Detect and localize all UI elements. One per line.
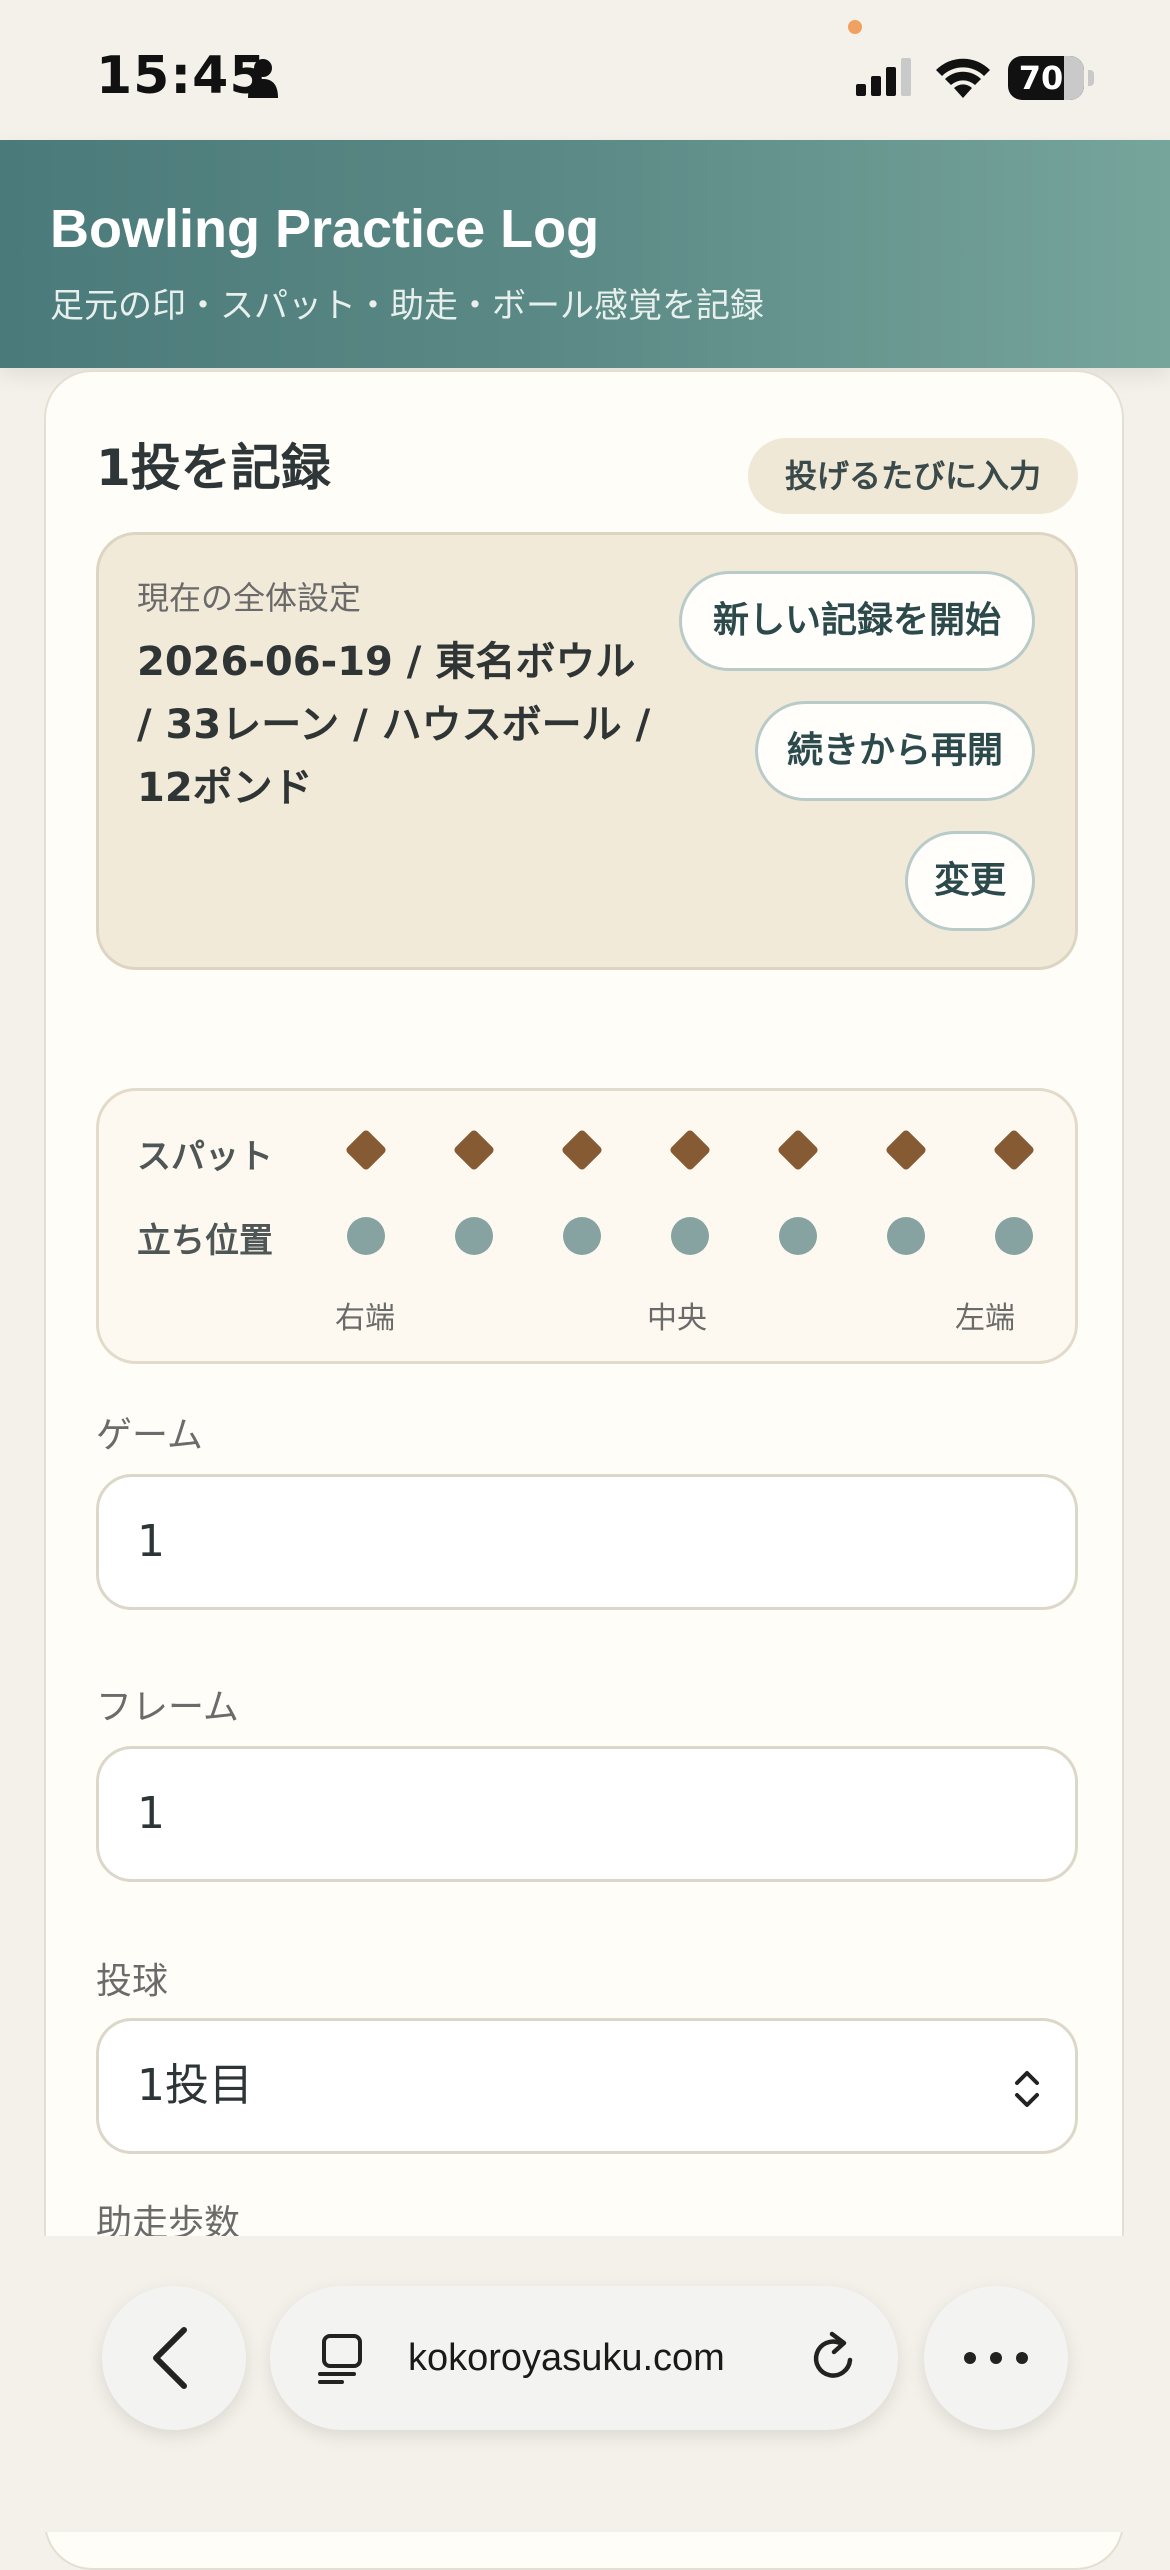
throw-select-value: 1投目	[137, 2060, 253, 2111]
stand-dot-5[interactable]	[779, 1217, 817, 1255]
frame-label: フレーム	[96, 1687, 239, 1728]
settings-value: 2026-06-19 / 東名ボウル / 33レーン / ハウスボール / 12…	[137, 639, 651, 811]
url-text: kokoroyasuku.com	[408, 2337, 725, 2379]
spot-marker-2[interactable]	[452, 1128, 496, 1172]
app-title: Bowling Practice Log	[50, 199, 600, 259]
lane-caption-right: 右端	[335, 1301, 395, 1336]
person-icon	[248, 59, 278, 98]
stand-dot-7[interactable]	[995, 1217, 1033, 1255]
spot-marker-5[interactable]	[776, 1128, 820, 1172]
global-settings-panel: 現在の全体設定 2026-06-19 / 東名ボウル / 33レーン / ハウス…	[96, 532, 1078, 970]
spot-marker-1[interactable]	[344, 1128, 388, 1172]
chevron-left-icon	[153, 2327, 187, 2389]
battery-icon: 70	[1008, 56, 1094, 100]
lane-position-selector: スパット 立ち位置 右端 中央 左端	[96, 1088, 1078, 1364]
status-bar: 15:45 70	[0, 0, 1170, 140]
throw-label: 投球	[96, 1961, 169, 2002]
resume-record-button[interactable]: 続きから再開	[755, 701, 1035, 801]
frame-input[interactable]: 1	[96, 1746, 1078, 1882]
ellipsis-icon	[964, 2352, 1028, 2364]
spot-row-label: スパット	[137, 1137, 273, 1177]
stand-row-label: 立ち位置	[137, 1221, 273, 1261]
spot-marker-4[interactable]	[668, 1128, 712, 1172]
throw-select[interactable]: 1投目	[96, 2018, 1078, 2154]
more-options-button[interactable]	[924, 2286, 1068, 2430]
spot-marker-3[interactable]	[560, 1128, 604, 1172]
reload-icon[interactable]	[806, 2330, 862, 2386]
input-hint-badge: 投げるたびに入力	[748, 438, 1078, 514]
card-title: 1投を記録	[96, 439, 331, 497]
change-settings-button[interactable]: 変更	[905, 831, 1035, 931]
app-header: Bowling Practice Log 足元の印・スパット・助走・ボール感覚を…	[0, 140, 1170, 368]
game-label: ゲーム	[96, 1415, 203, 1456]
settings-label: 現在の全体設定	[137, 579, 362, 617]
app-subtitle: 足元の印・スパット・助走・ボール感覚を記録	[50, 286, 764, 326]
privacy-indicator-dot	[848, 20, 862, 34]
chevron-updown-icon	[1015, 2071, 1039, 2107]
stand-dot-2[interactable]	[455, 1217, 493, 1255]
lane-caption-left: 左端	[955, 1301, 1015, 1336]
cellular-signal-icon	[856, 58, 911, 96]
stand-dot-3[interactable]	[563, 1217, 601, 1255]
stand-dot-1[interactable]	[347, 1217, 385, 1255]
spot-marker-7[interactable]	[992, 1128, 1036, 1172]
page-menu-icon	[318, 2334, 362, 2384]
status-time: 15:45	[96, 46, 267, 106]
spot-marker-6[interactable]	[884, 1128, 928, 1172]
back-button[interactable]	[102, 2286, 246, 2430]
start-new-record-button[interactable]: 新しい記録を開始	[679, 571, 1035, 671]
stand-dot-4[interactable]	[671, 1217, 709, 1255]
browser-toolbar: kokoroyasuku.com	[0, 2236, 1170, 2532]
battery-level: 70	[1018, 59, 1064, 97]
address-bar[interactable]: kokoroyasuku.com	[270, 2286, 898, 2430]
stand-dot-6[interactable]	[887, 1217, 925, 1255]
wifi-icon	[936, 58, 990, 98]
game-input[interactable]: 1	[96, 1474, 1078, 1610]
lane-caption-center: 中央	[647, 1301, 707, 1336]
